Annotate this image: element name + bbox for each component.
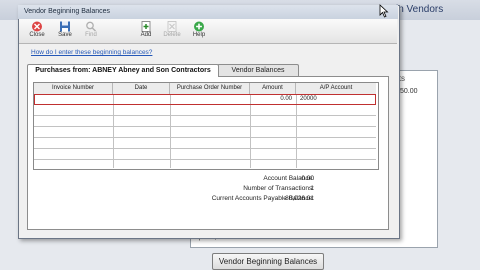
table-row[interactable]: [34, 160, 376, 171]
toolbar-add-button[interactable]: Add: [135, 20, 157, 42]
table-row[interactable]: [34, 138, 376, 149]
save-icon: [60, 21, 70, 32]
delete-icon: [167, 21, 177, 32]
ap-balance-value: 80,026.01: [285, 195, 314, 202]
tab-purchases[interactable]: Purchases from: ABNEY Abney and Son Cont…: [27, 64, 219, 77]
vendor-beginning-balances-button[interactable]: Vendor Beginning Balances: [212, 253, 324, 270]
toolbar-find-button[interactable]: Find: [80, 20, 102, 42]
amount-cell[interactable]: 0.00: [250, 94, 294, 105]
account-balance-value: 0.00: [301, 175, 314, 182]
toolbar-add-label: Add: [140, 32, 152, 38]
dialog-title: Vendor Beginning Balances: [18, 5, 398, 19]
column-header-invoice[interactable]: Invoice Number: [34, 83, 113, 94]
column-header-date[interactable]: Date: [113, 83, 170, 94]
find-icon: [86, 21, 97, 32]
ap-account-cell[interactable]: 20000: [297, 94, 357, 105]
help-icon: [194, 21, 204, 32]
toolbar-find-label: Find: [85, 32, 97, 38]
toolbar-help-button[interactable]: Help: [188, 20, 210, 42]
toolbar-save-button[interactable]: Save: [54, 20, 76, 42]
toolbar-close-button[interactable]: Close: [26, 20, 48, 42]
toolbar-close-label: Close: [29, 32, 45, 38]
num-transactions-value: 1: [310, 185, 314, 192]
background-panel-value: 50.00: [400, 88, 418, 95]
table-row[interactable]: [34, 149, 376, 160]
close-icon: [32, 21, 42, 32]
table-row[interactable]: [34, 127, 376, 138]
column-header-amount[interactable]: Amount: [250, 83, 296, 94]
column-header-ap-account[interactable]: A/P Account: [296, 83, 376, 94]
help-link[interactable]: How do I enter these beginning balances?: [31, 49, 231, 59]
toolbar-save-label: Save: [58, 32, 72, 38]
toolbar-delete-label: Delete: [163, 32, 181, 38]
toolbar-help-label: Help: [192, 32, 206, 38]
add-icon: [141, 21, 151, 32]
column-header-po[interactable]: Purchase Order Number: [170, 83, 250, 94]
toolbar-delete-button[interactable]: Delete: [161, 20, 183, 42]
table-row[interactable]: [34, 116, 376, 127]
background-window-title: in Vendors: [396, 4, 444, 15]
mouse-cursor-icon: [379, 4, 389, 18]
table-row[interactable]: [34, 105, 376, 116]
